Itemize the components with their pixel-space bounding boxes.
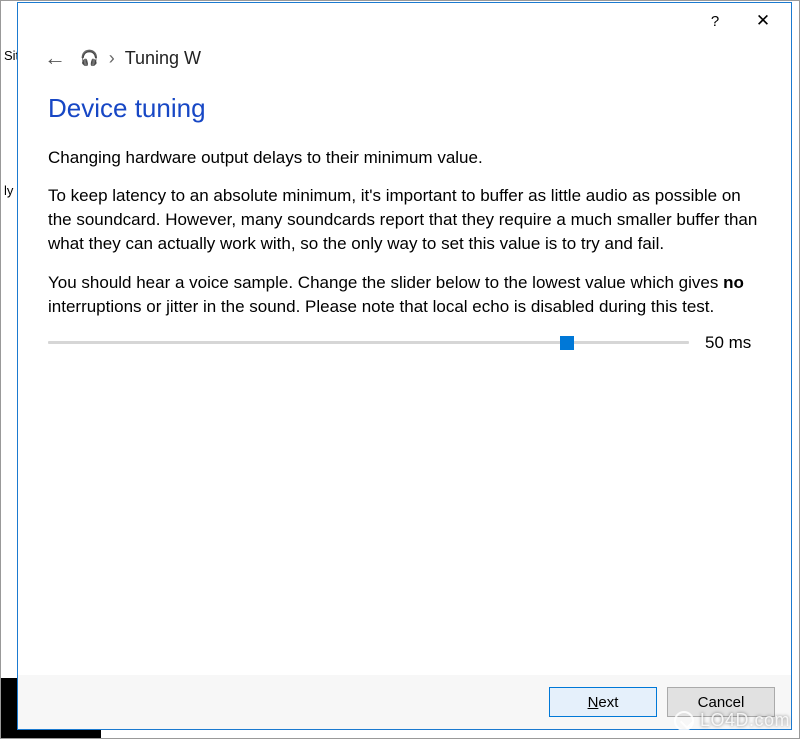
slider-thumb[interactable] bbox=[560, 336, 574, 350]
button-bar: Next Cancel bbox=[18, 675, 791, 729]
content-area: Device tuning Changing hardware output d… bbox=[18, 83, 791, 675]
cancel-button[interactable]: Cancel bbox=[667, 687, 775, 717]
titlebar: ? ✕ bbox=[18, 3, 791, 39]
next-mnemonic: N bbox=[588, 694, 599, 711]
latency-slider[interactable] bbox=[48, 333, 689, 353]
back-button[interactable]: ← bbox=[40, 45, 70, 71]
breadcrumb: ← 🎧 › Tuning W bbox=[18, 39, 791, 83]
instruction-text-post: interruptions or jitter in the sound. Pl… bbox=[48, 297, 714, 316]
close-button[interactable]: ✕ bbox=[741, 6, 785, 36]
instruction-emphasis: no bbox=[723, 273, 744, 292]
tuning-wizard-dialog: ? ✕ ← 🎧 › Tuning W Device tuning Changin… bbox=[17, 2, 792, 730]
next-button[interactable]: Next bbox=[549, 687, 657, 717]
breadcrumb-separator: › bbox=[109, 48, 115, 69]
next-label-rest: ext bbox=[598, 694, 618, 711]
slider-track bbox=[48, 341, 689, 344]
breadcrumb-label: Tuning W bbox=[125, 48, 201, 69]
bg-text-fragment: ly bbox=[2, 181, 15, 200]
headphones-icon: 🎧 bbox=[80, 49, 99, 67]
page-title: Device tuning bbox=[48, 93, 761, 124]
instruction-paragraph: You should hear a voice sample. Change t… bbox=[48, 271, 761, 319]
help-button[interactable]: ? bbox=[693, 6, 737, 36]
instruction-text-pre: You should hear a voice sample. Change t… bbox=[48, 273, 723, 292]
latency-slider-row: 50 ms bbox=[48, 333, 761, 353]
explanation-paragraph: To keep latency to an absolute minimum, … bbox=[48, 184, 761, 256]
latency-value-label: 50 ms bbox=[705, 333, 761, 353]
intro-paragraph: Changing hardware output delays to their… bbox=[48, 146, 761, 170]
